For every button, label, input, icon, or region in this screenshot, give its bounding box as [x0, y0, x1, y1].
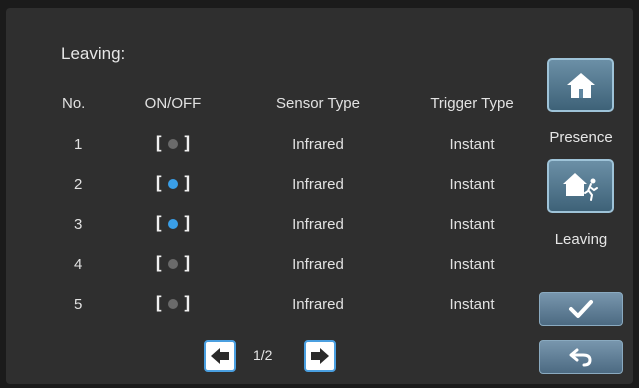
table-row: 5 [] Infrared Instant [0, 291, 540, 319]
toggle-on-dot-icon [168, 179, 178, 189]
checkmark-icon [569, 300, 593, 318]
trigger-type: Instant [449, 256, 495, 273]
table-row: 2 [] Infrared Instant [0, 171, 540, 199]
trigger-type: Instant [449, 176, 495, 193]
bracket-close: ] [182, 293, 193, 314]
bracket-close: ] [182, 253, 193, 274]
house-icon [566, 73, 595, 98]
back-arrow-icon [569, 348, 592, 367]
zone-number: 3 [74, 216, 83, 233]
zone-toggle[interactable]: [] [151, 132, 195, 156]
house-running-person-icon [562, 173, 598, 201]
arrow-left-icon [211, 348, 229, 364]
zone-number: 4 [74, 256, 83, 273]
trigger-type: Instant [449, 296, 495, 313]
back-button[interactable] [539, 340, 623, 374]
table-row: 4 [] Infrared Instant [0, 251, 540, 279]
bracket-open: [ [153, 253, 164, 274]
sensor-type: Infrared [292, 256, 344, 273]
zone-number: 1 [74, 136, 83, 153]
bracket-open: [ [153, 173, 164, 194]
page-indicator: 1/2 [253, 347, 273, 363]
zone-toggle[interactable]: [] [151, 212, 195, 236]
leaving-label: Leaving [554, 231, 608, 248]
trigger-type: Instant [449, 136, 495, 153]
toggle-off-dot-icon [168, 139, 178, 149]
zone-toggle[interactable]: [] [151, 252, 195, 276]
arrow-right-icon [311, 348, 329, 364]
bracket-close: ] [182, 173, 193, 194]
bracket-close: ] [182, 133, 193, 154]
bracket-open: [ [153, 213, 164, 234]
header-onoff: ON/OFF [144, 95, 202, 112]
zone-toggle[interactable]: [] [151, 172, 195, 196]
header-sensor-type: Sensor Type [276, 95, 360, 112]
sensor-type: Infrared [292, 296, 344, 313]
page-title: Leaving: [61, 44, 126, 63]
sensor-type: Infrared [292, 136, 344, 153]
sensor-type: Infrared [292, 216, 344, 233]
zone-toggle[interactable]: [] [151, 292, 195, 316]
leaving-mode-button[interactable] [547, 159, 614, 213]
zone-number: 2 [74, 176, 83, 193]
toggle-off-dot-icon [168, 299, 178, 309]
next-page-button[interactable] [304, 340, 336, 372]
zone-number: 5 [74, 296, 83, 313]
bracket-open: [ [153, 293, 164, 314]
toggle-on-dot-icon [168, 219, 178, 229]
bracket-close: ] [182, 213, 193, 234]
sensor-type: Infrared [292, 176, 344, 193]
header-no: No. [62, 95, 86, 112]
table-row: 1 [] Infrared Instant [0, 131, 540, 159]
toggle-off-dot-icon [168, 259, 178, 269]
prev-page-button[interactable] [204, 340, 236, 372]
table-row: 3 [] Infrared Instant [0, 211, 540, 239]
trigger-type: Instant [449, 216, 495, 233]
header-trigger-type: Trigger Type [430, 95, 514, 112]
presence-label: Presence [549, 129, 613, 146]
bracket-open: [ [153, 133, 164, 154]
confirm-button[interactable] [539, 292, 623, 326]
presence-mode-button[interactable] [547, 58, 614, 112]
